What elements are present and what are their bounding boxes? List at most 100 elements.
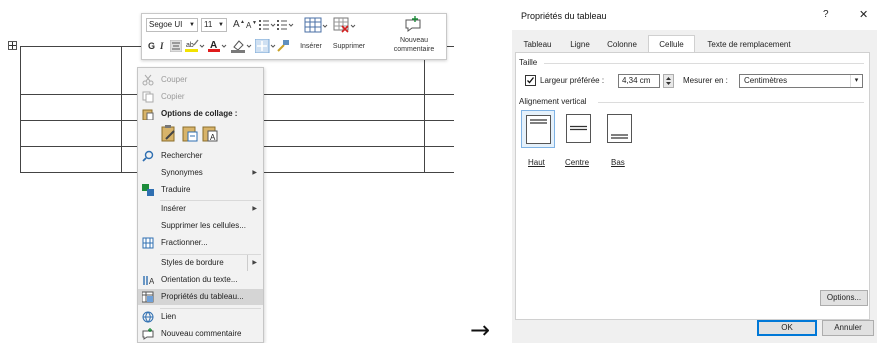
menu-item-traduire[interactable]: Traduire xyxy=(138,182,263,198)
shrink-font-button[interactable]: A xyxy=(246,20,251,32)
valign-top-option[interactable] xyxy=(521,110,555,148)
tab-tableau[interactable]: Tableau xyxy=(517,37,558,52)
split-cells-icon xyxy=(142,237,154,249)
menu-item-orientation-texte[interactable]: A Orientation du texte... xyxy=(138,272,263,288)
ok-button-label: OK xyxy=(781,323,793,332)
italic-button[interactable]: I xyxy=(160,40,164,52)
font-name-value: Segoe UI xyxy=(149,20,183,29)
grow-arrow-icon: ▲ xyxy=(240,19,245,25)
menu-item-paste-options: Options de collage : xyxy=(138,106,263,122)
center-align-icon[interactable] xyxy=(170,40,182,52)
preferred-width-value: 4,34 cm xyxy=(622,76,651,85)
menu-item-proprietes-tableau[interactable]: Propriétés du tableau... xyxy=(138,289,263,305)
menu-item-label: Traduire xyxy=(161,185,191,194)
submenu-arrow-icon: ▶ xyxy=(247,255,257,271)
width-spinner[interactable] xyxy=(663,74,674,88)
close-button[interactable]: ✕ xyxy=(859,8,868,21)
table-properties-icon xyxy=(142,291,154,303)
chevron-down-icon: ▼ xyxy=(218,22,224,28)
menu-item-label: Styles de bordure xyxy=(161,258,224,267)
delete-label[interactable]: Supprimer xyxy=(328,43,370,51)
help-button[interactable]: ? xyxy=(823,9,829,20)
preferred-width-checkbox[interactable] xyxy=(525,75,536,86)
highlight-icon[interactable]: ab xyxy=(185,39,205,53)
font-name-combo[interactable]: Segoe UI ▼ xyxy=(146,18,198,32)
tab-texte-remplacement[interactable]: Texte de remplacement xyxy=(698,37,800,52)
font-color-icon[interactable]: A xyxy=(208,39,228,53)
paste-merge-formatting-icon[interactable] xyxy=(182,125,198,142)
tab-label: Texte de remplacement xyxy=(707,40,791,49)
insert-table-icon[interactable] xyxy=(304,17,328,35)
menu-item-supprimer-cellules[interactable]: Supprimer les cellules... xyxy=(138,218,263,234)
grow-font-button[interactable]: A xyxy=(233,19,240,31)
options-button[interactable]: Options... xyxy=(820,290,868,306)
menu-item-styles-bordure[interactable]: Styles de bordure ▶ xyxy=(138,255,263,271)
menu-item-copier[interactable]: Copier xyxy=(138,89,263,105)
menu-item-couper[interactable]: Couper xyxy=(138,72,263,88)
shrink-arrow-icon: ▼ xyxy=(252,20,257,26)
table-col-line-2 xyxy=(121,46,122,173)
menu-item-nouveau-commentaire[interactable]: Nouveau commentaire xyxy=(138,326,263,342)
table-move-handle[interactable] xyxy=(8,41,17,50)
tab-colonne[interactable]: Colonne xyxy=(600,37,644,52)
measure-unit-value: Centimètres xyxy=(744,76,788,85)
measure-unit-select[interactable]: Centimètres ▾ xyxy=(739,74,863,88)
menu-item-label: Insérer xyxy=(161,204,186,213)
text-direction-icon: A xyxy=(143,276,154,286)
mini-toolbar: Segoe UI ▼ 11 ▼ A ▲ A ▼ G I ab A Insérer… xyxy=(141,13,447,60)
menu-item-fractionner[interactable]: Fractionner... xyxy=(138,235,263,251)
font-size-combo[interactable]: 11 ▼ xyxy=(201,18,227,32)
table-col-line-left xyxy=(20,46,21,173)
preferred-width-input[interactable]: 4,34 cm xyxy=(618,74,660,88)
tab-label: Ligne xyxy=(570,40,590,49)
bold-button[interactable]: G xyxy=(148,40,155,52)
font-size-value: 11 xyxy=(204,20,213,29)
new-comment-icon[interactable] xyxy=(404,16,422,32)
valign-group-label: Alignement vertical xyxy=(519,97,587,106)
shading-icon[interactable] xyxy=(231,39,253,53)
tab-label: Tableau xyxy=(523,40,552,49)
format-painter-icon[interactable] xyxy=(276,39,290,53)
new-comment-label-2[interactable]: commentaire xyxy=(386,46,442,54)
new-comment-label-1[interactable]: Nouveau xyxy=(386,37,442,45)
paste-icon xyxy=(142,109,154,120)
menu-item-inserer[interactable]: Insérer ▶ xyxy=(138,201,263,217)
menu-item-synonymes[interactable]: Synonymes ▶ xyxy=(138,165,263,181)
translate-icon xyxy=(142,184,154,196)
align-top-icon xyxy=(526,115,551,144)
menu-item-lien[interactable]: Lien xyxy=(138,309,263,325)
context-menu: Couper Copier Options de collage : A Rec… xyxy=(137,67,264,343)
tab-cellule[interactable]: Cellule xyxy=(648,35,695,53)
ok-button[interactable]: OK xyxy=(757,320,817,336)
checkmark-icon xyxy=(527,77,535,84)
paste-text-only-icon[interactable]: A xyxy=(202,125,218,142)
menu-item-label: Supprimer les cellules... xyxy=(161,221,246,230)
cancel-button[interactable]: Annuler xyxy=(822,320,874,336)
link-icon xyxy=(142,311,154,323)
measure-label: Mesurer en : xyxy=(683,76,728,85)
new-comment-icon xyxy=(142,328,154,340)
group-line xyxy=(544,63,864,64)
svg-text:A: A xyxy=(210,133,216,142)
menu-item-label: Options de collage : xyxy=(161,109,238,118)
paste-keep-formatting-icon[interactable] xyxy=(161,125,177,142)
insert-label[interactable]: Insérer xyxy=(294,43,328,51)
move-cross-icon xyxy=(9,42,16,49)
valign-bottom-option[interactable] xyxy=(603,110,637,148)
scissors-icon xyxy=(142,74,154,86)
delete-table-icon[interactable] xyxy=(333,17,357,35)
spin-arrows-icon xyxy=(666,77,671,85)
menu-item-rechercher[interactable]: Rechercher xyxy=(138,148,263,164)
menu-item-label: Rechercher xyxy=(161,151,203,160)
menu-item-label: Synonymes xyxy=(161,168,203,177)
tab-ligne[interactable]: Ligne xyxy=(564,37,596,52)
valign-top-label: Haut xyxy=(528,158,545,167)
menu-item-label: Fractionner... xyxy=(161,238,208,247)
numbering-icon[interactable] xyxy=(277,20,299,30)
menu-item-label: Lien xyxy=(161,312,177,321)
valign-center-option[interactable] xyxy=(562,110,596,148)
search-icon xyxy=(142,150,154,162)
group-line xyxy=(598,102,864,103)
align-center-icon xyxy=(566,114,591,143)
chevron-down-icon: ▼ xyxy=(189,22,195,28)
